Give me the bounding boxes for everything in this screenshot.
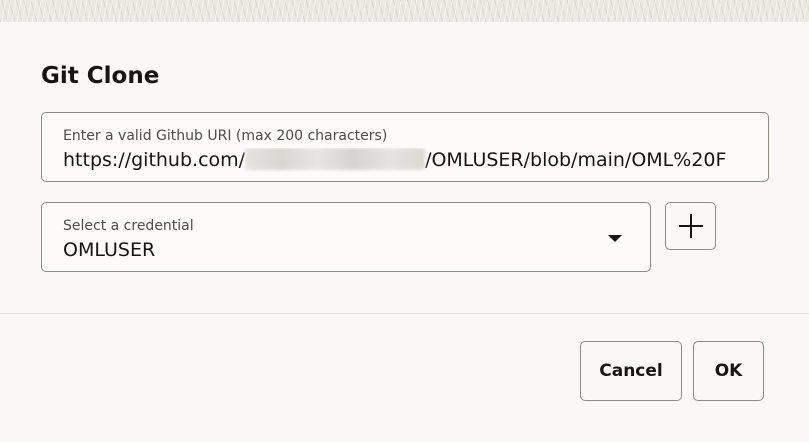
background-texture: [0, 0, 809, 22]
credential-label: Select a credential: [63, 218, 194, 234]
add-credential-button[interactable]: [665, 202, 716, 250]
credential-selected-value: OMLUSER: [63, 239, 156, 261]
github-uri-field[interactable]: Enter a valid Github URI (max 200 charac…: [41, 112, 769, 182]
github-uri-suffix: /OMLUSER/blob/main/OML%20F: [425, 149, 727, 171]
credential-select[interactable]: Select a credential OMLUSER: [41, 202, 651, 272]
cancel-button[interactable]: Cancel: [580, 341, 682, 401]
github-uri-label: Enter a valid Github URI (max 200 charac…: [63, 128, 388, 144]
redacted-username: [245, 148, 426, 170]
footer-divider: [0, 313, 809, 314]
plus-icon: [678, 214, 703, 238]
github-uri-input[interactable]: https://github.com/ /OMLUSER/blob/main/OM…: [63, 148, 747, 172]
ok-button[interactable]: OK: [693, 341, 764, 401]
caret-down-icon[interactable]: [608, 235, 622, 242]
git-clone-dialog: Git Clone Enter a valid Github URI (max …: [0, 22, 809, 442]
dialog-title: Git Clone: [41, 63, 160, 89]
github-uri-prefix: https://github.com/: [63, 149, 246, 171]
